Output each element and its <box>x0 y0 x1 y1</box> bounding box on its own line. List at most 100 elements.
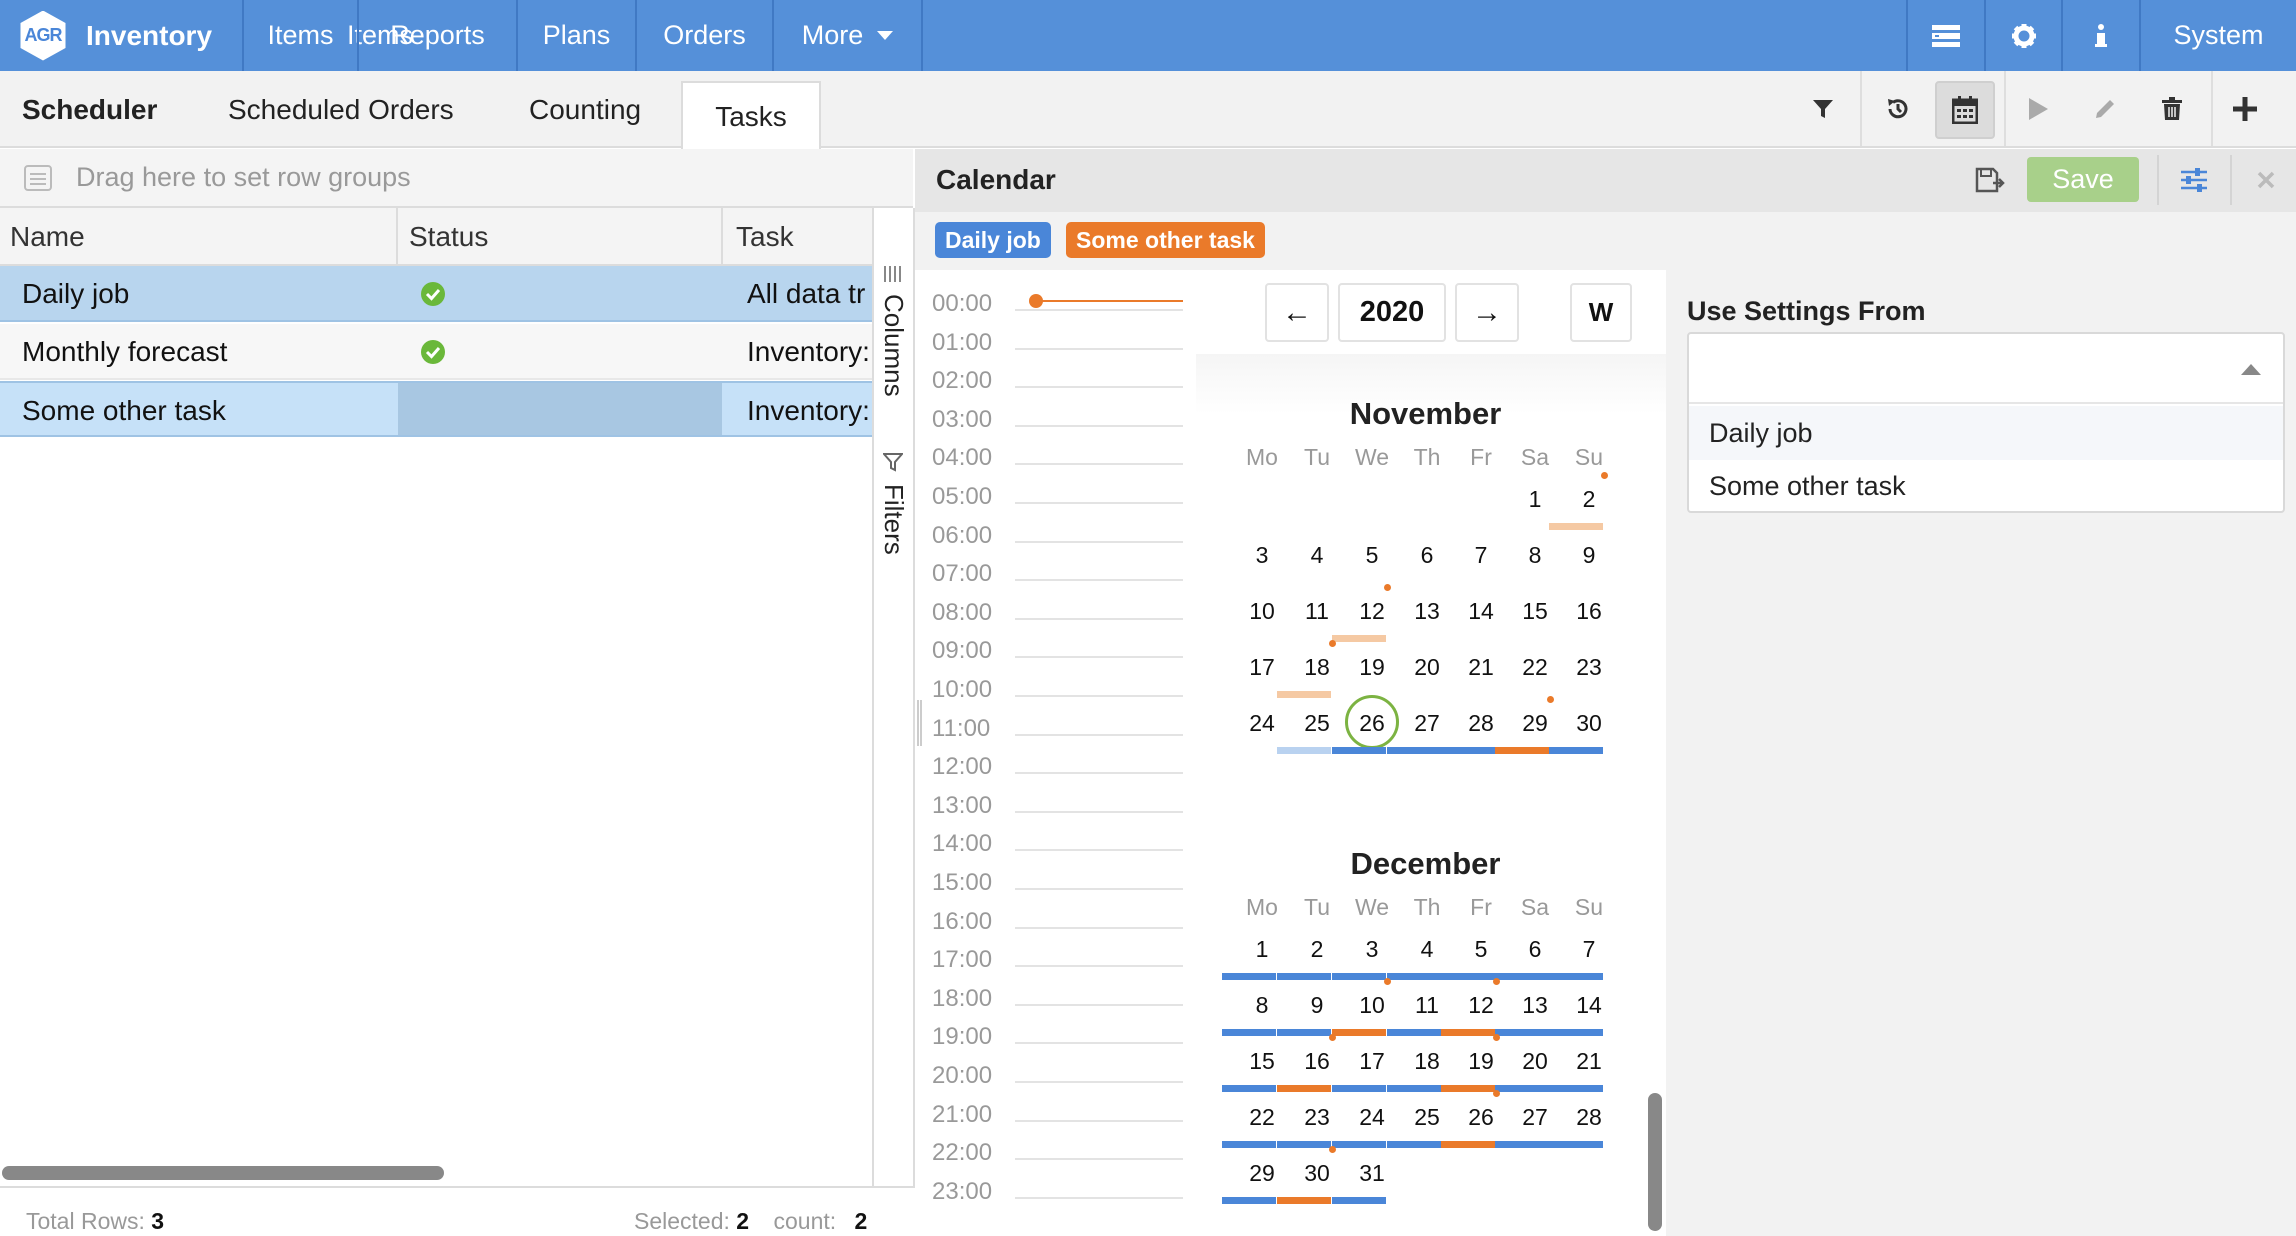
close-button[interactable] <box>2248 160 2284 200</box>
tag-daily-job[interactable]: Daily job <box>935 222 1051 258</box>
settings-select-input[interactable] <box>1689 334 2283 404</box>
calendar-settings-button[interactable] <box>2172 160 2216 200</box>
settings-select[interactable]: Daily job Some other task <box>1687 332 2285 513</box>
tab-counting[interactable]: Counting <box>529 71 641 148</box>
calendar-day[interactable]: 20 <box>1510 1048 1560 1075</box>
calendar-day[interactable]: 24 <box>1237 710 1287 737</box>
calendar-day[interactable]: 25 <box>1292 710 1342 737</box>
calendar-day[interactable]: 1 <box>1237 936 1287 963</box>
week-view-button[interactable]: W <box>1570 283 1632 342</box>
calendar-day[interactable]: 16 <box>1564 598 1614 625</box>
calendar-day[interactable]: 29 <box>1510 710 1560 737</box>
column-header-status[interactable]: Status <box>409 208 488 266</box>
calendar-day[interactable]: 22 <box>1510 654 1560 681</box>
calendar-day[interactable]: 28 <box>1564 1104 1614 1131</box>
calendar-day[interactable]: 9 <box>1292 992 1342 1019</box>
filters-side-tab[interactable]: Filters <box>874 450 912 580</box>
table-row[interactable]: Monthly forecast Inventory: <box>0 324 872 380</box>
calendar-day[interactable]: 18 <box>1292 654 1342 681</box>
calendar-day[interactable]: 31 <box>1347 1160 1397 1187</box>
column-header-name[interactable]: Name <box>10 208 85 266</box>
calendar-day[interactable]: 16 <box>1292 1048 1342 1075</box>
calendar-day[interactable]: 21 <box>1564 1048 1614 1075</box>
settings-option[interactable]: Daily job <box>1689 406 2283 460</box>
calendar-day[interactable]: 2 <box>1292 936 1342 963</box>
filter-button[interactable] <box>1793 79 1853 139</box>
calendar-day[interactable]: 3 <box>1237 542 1287 569</box>
calendar-day[interactable]: 9 <box>1564 542 1614 569</box>
calendar-day[interactable]: 18 <box>1402 1048 1452 1075</box>
calendar-day[interactable]: 27 <box>1402 710 1452 737</box>
nav-plans-btn[interactable]: Plans <box>518 0 637 71</box>
columns-side-tab[interactable]: Columns <box>874 262 912 412</box>
calendar-day[interactable]: 1 <box>1510 486 1560 513</box>
export-button[interactable] <box>1968 160 2012 200</box>
calendar-day[interactable]: 2 <box>1564 486 1614 513</box>
tag-some-other-task[interactable]: Some other task <box>1066 222 1265 258</box>
prev-year-button[interactable]: ← <box>1265 283 1329 342</box>
calendar-day[interactable]: 11 <box>1292 598 1342 625</box>
calendar-day[interactable]: 14 <box>1456 598 1506 625</box>
run-button[interactable] <box>2008 79 2068 139</box>
vertical-scrollbar[interactable] <box>1648 1093 1662 1231</box>
calendar-day[interactable]: 20 <box>1402 654 1452 681</box>
calendar-day[interactable]: 5 <box>1347 542 1397 569</box>
calendar-day[interactable]: 8 <box>1510 542 1560 569</box>
column-divider[interactable] <box>721 208 723 266</box>
calendar-day[interactable]: 13 <box>1510 992 1560 1019</box>
calendar-day[interactable]: 19 <box>1456 1048 1506 1075</box>
menu-list-button[interactable] <box>1908 0 1986 71</box>
calendar-day[interactable]: 10 <box>1237 598 1287 625</box>
calendar-day[interactable]: 6 <box>1510 936 1560 963</box>
row-group-bar[interactable]: Drag here to set row groups <box>0 149 913 208</box>
table-row[interactable]: Some other task Inventory: <box>0 381 872 437</box>
calendar-day[interactable]: 17 <box>1347 1048 1397 1075</box>
calendar-button[interactable] <box>1935 81 1995 139</box>
horizontal-scrollbar[interactable] <box>2 1166 444 1180</box>
calendar-day[interactable]: 28 <box>1456 710 1506 737</box>
next-year-button[interactable]: → <box>1455 283 1519 342</box>
calendar-day[interactable]: 29 <box>1237 1160 1287 1187</box>
year-display[interactable]: 2020 <box>1338 283 1446 342</box>
calendar-day[interactable]: 17 <box>1237 654 1287 681</box>
calendar-day[interactable]: 7 <box>1456 542 1506 569</box>
system-menu[interactable]: System <box>2141 0 2296 71</box>
calendar-day[interactable]: 13 <box>1402 598 1452 625</box>
calendar-day[interactable]: 6 <box>1402 542 1452 569</box>
calendar-day[interactable]: 12 <box>1456 992 1506 1019</box>
calendar-day[interactable]: 21 <box>1456 654 1506 681</box>
calendar-day[interactable]: 7 <box>1564 936 1614 963</box>
nav-items-btn[interactable]: Items <box>244 0 359 71</box>
calendar-day[interactable]: 23 <box>1292 1104 1342 1131</box>
calendar-day[interactable]: 30 <box>1564 710 1614 737</box>
calendar-day[interactable]: 23 <box>1564 654 1614 681</box>
calendar-day[interactable]: 14 <box>1564 992 1614 1019</box>
calendar-day[interactable]: 27 <box>1510 1104 1560 1131</box>
calendar-day[interactable]: 11 <box>1402 992 1452 1019</box>
calendar-day[interactable]: 15 <box>1510 598 1560 625</box>
column-header-task[interactable]: Task <box>736 208 794 266</box>
calendar-day[interactable]: 8 <box>1237 992 1287 1019</box>
history-button[interactable] <box>1868 79 1928 139</box>
delete-button[interactable] <box>2142 79 2202 139</box>
nav-more-btn[interactable]: More <box>774 0 923 71</box>
calendar-day[interactable]: 4 <box>1402 936 1452 963</box>
calendar-day[interactable]: 15 <box>1237 1048 1287 1075</box>
table-row[interactable]: Daily job All data tr <box>0 266 872 322</box>
edit-button[interactable] <box>2075 79 2135 139</box>
timeline-resize-handle[interactable] <box>917 700 922 746</box>
settings-button[interactable] <box>1986 0 2063 71</box>
app-logo[interactable]: AGR Inventory <box>0 0 244 71</box>
calendar-day[interactable]: 24 <box>1347 1104 1397 1131</box>
calendar-day[interactable]: 12 <box>1347 598 1397 625</box>
tab-scheduled-orders[interactable]: Scheduled Orders <box>228 71 454 148</box>
tab-tasks[interactable]: Tasks <box>681 81 821 150</box>
calendar-day[interactable]: 19 <box>1347 654 1397 681</box>
calendar-day[interactable]: 4 <box>1292 542 1342 569</box>
calendar-day[interactable]: 26 <box>1456 1104 1506 1131</box>
settings-option[interactable]: Some other task <box>1689 460 2283 513</box>
nav-reports-btn[interactable]: Reports <box>359 0 518 71</box>
calendar-day[interactable]: 5 <box>1456 936 1506 963</box>
column-divider[interactable] <box>396 208 398 266</box>
calendar-day[interactable]: 22 <box>1237 1104 1287 1131</box>
